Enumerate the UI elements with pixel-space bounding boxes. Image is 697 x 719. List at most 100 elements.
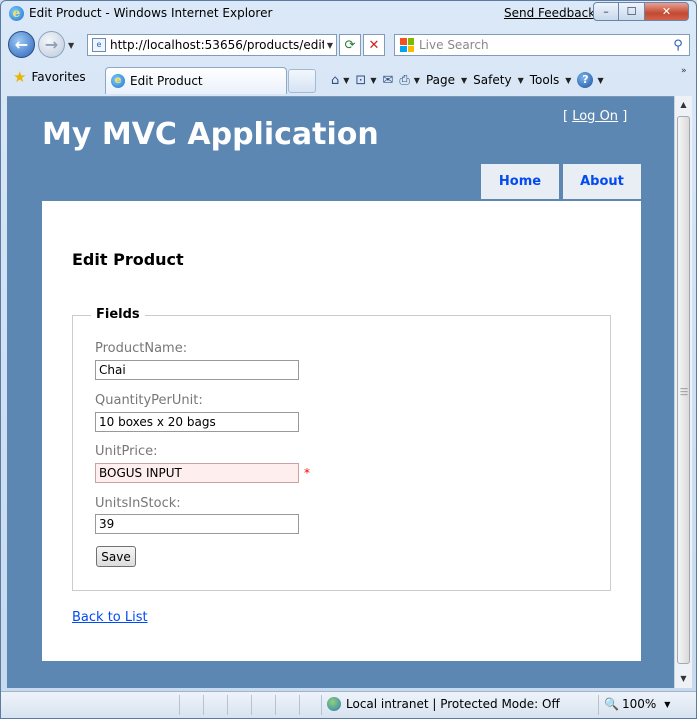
menu-home[interactable]: Home <box>481 164 559 199</box>
tools-menu[interactable]: Tools ▼ <box>530 73 572 87</box>
window-controls: – ☐ ✕ <box>593 2 689 21</box>
command-tools: ⌂ ▼ ⊡ ▼ ✉ ⎙ ▼ Page ▼ Safety ▼ Tools ▼ ? ▼ <box>331 70 610 90</box>
units-in-stock-label: UnitsInStock: <box>95 496 181 511</box>
units-in-stock-field[interactable]: 39 <box>95 514 299 534</box>
fieldset-legend: Fields <box>91 307 145 322</box>
security-zone-label: Local intranet | Protected Mode: Off <box>346 697 560 711</box>
send-feedback-link[interactable]: Send Feedback <box>504 6 595 20</box>
stop-icon[interactable]: ✕ <box>363 34 385 56</box>
tab-label: Edit Product <box>130 74 203 88</box>
scroll-thumb[interactable]: — — — <box>677 116 690 664</box>
page-menu-label: Page <box>425 73 456 87</box>
print-tool[interactable]: ⎙ ▼ <box>399 73 420 88</box>
address-bar[interactable]: e http://localhost:53656/products/edit/1… <box>87 34 337 56</box>
unit-price-field[interactable]: BOGUS INPUT <box>95 463 299 483</box>
search-icon[interactable]: ⚲ <box>667 38 689 53</box>
chevron-down-icon: ▼ <box>370 75 377 85</box>
mail-icon: ✉ <box>382 72 394 88</box>
address-input[interactable]: http://localhost:53656/products/edit/1 <box>110 38 324 52</box>
status-divider <box>598 695 599 715</box>
new-tab-button[interactable] <box>288 69 316 93</box>
page-viewport: My MVC Application [ Log On ] Home About… <box>7 96 674 688</box>
tab-page-icon: e <box>111 74 125 88</box>
feed-icon: ⊡ <box>355 72 367 88</box>
status-divider <box>299 695 300 715</box>
chevron-down-icon: ▼ <box>517 75 524 85</box>
chevron-down-icon: ▼ <box>413 75 420 85</box>
back-button[interactable]: ← <box>8 31 35 58</box>
logon-area: [ Log On ] <box>563 109 627 124</box>
search-input[interactable]: Live Search <box>419 38 667 52</box>
grip-icon: — — — <box>680 384 688 399</box>
favorites-button[interactable]: ★ Favorites <box>13 68 86 86</box>
address-dropdown-icon[interactable]: ▼ <box>324 41 336 50</box>
home-icon: ⌂ <box>331 72 340 88</box>
security-zone[interactable]: Local intranet | Protected Mode: Off <box>327 697 560 711</box>
safety-menu-label: Safety <box>473 73 512 87</box>
save-button[interactable]: Save <box>96 546 136 567</box>
vertical-scrollbar[interactable]: ▲ — — — ▼ <box>674 96 692 688</box>
back-to-list-link[interactable]: Back to List <box>72 610 148 625</box>
status-divider <box>179 695 180 715</box>
chevron-down-icon: ▼ <box>664 699 671 709</box>
home-tool[interactable]: ⌂ ▼ <box>331 73 349 88</box>
validation-error-marker: * <box>304 466 310 480</box>
chevron-down-icon: ▼ <box>461 75 468 85</box>
browser-window: e Edit Product - Windows Internet Explor… <box>0 0 697 719</box>
maximize-button[interactable]: ☐ <box>619 2 645 21</box>
status-divider <box>251 695 252 715</box>
status-divider <box>321 695 322 715</box>
mail-tool[interactable]: ✉ <box>382 73 393 88</box>
logon-bracket-open: [ <box>563 109 569 124</box>
navigation-bar: ← → ▼ e http://localhost:53656/products/… <box>1 29 696 61</box>
page-title: Edit Product <box>72 250 184 269</box>
zoom-level: 100% <box>621 697 657 711</box>
status-bar: Local intranet | Protected Mode: Off 🔍 1… <box>1 691 696 718</box>
logon-bracket-close: ] <box>622 109 628 124</box>
title-bar: e Edit Product - Windows Internet Explor… <box>1 1 696 27</box>
safety-menu[interactable]: Safety ▼ <box>473 73 524 87</box>
ie-logo-icon: e <box>9 6 24 21</box>
more-commands-icon[interactable]: » <box>681 66 687 76</box>
recent-pages-dropdown-icon[interactable]: ▼ <box>68 41 74 50</box>
status-divider <box>227 695 228 715</box>
product-name-label: ProductName: <box>95 341 188 356</box>
close-button[interactable]: ✕ <box>645 2 689 21</box>
scroll-up-icon[interactable]: ▲ <box>676 97 691 113</box>
status-divider <box>275 695 276 715</box>
globe-icon <box>327 697 341 711</box>
windows-flag-icon <box>400 38 414 52</box>
window-title: Edit Product - Windows Internet Explorer <box>29 6 273 20</box>
status-divider <box>203 695 204 715</box>
tab-edit-product[interactable]: e Edit Product <box>105 67 287 94</box>
site-title: My MVC Application <box>42 117 379 152</box>
chevron-down-icon: ▼ <box>343 75 350 85</box>
feeds-tool[interactable]: ⊡ ▼ <box>355 73 376 88</box>
refresh-icon[interactable]: ⟳ <box>339 34 361 56</box>
forward-button[interactable]: → <box>38 31 65 58</box>
site-menu: Home About <box>481 164 641 199</box>
page-icon: e <box>92 38 106 52</box>
zoom-icon: 🔍 <box>604 697 619 711</box>
search-box[interactable]: Live Search ⚲ <box>394 34 690 56</box>
page-menu[interactable]: Page ▼ <box>426 73 467 87</box>
unit-price-label: UnitPrice: <box>95 444 158 459</box>
tools-menu-label: Tools <box>529 73 560 87</box>
logon-link[interactable]: Log On <box>572 109 618 124</box>
help-icon: ? <box>577 72 594 88</box>
favorites-label: Favorites <box>31 70 86 84</box>
scroll-down-icon[interactable]: ▼ <box>676 671 691 687</box>
chevron-down-icon: ▼ <box>565 75 572 85</box>
menu-about[interactable]: About <box>563 164 641 199</box>
minimize-button[interactable]: – <box>593 2 619 21</box>
help-menu[interactable]: ? ▼ <box>577 72 604 88</box>
command-bar: ★ Favorites e Edit Product ⌂ ▼ ⊡ ▼ ✉ ⎙ ▼ Pa… <box>1 64 696 94</box>
main-content: Edit Product Fields ProductName: Chai Qu… <box>42 201 641 661</box>
star-icon: ★ <box>13 68 27 86</box>
zoom-control[interactable]: 🔍 100% ▼ <box>604 697 670 711</box>
product-name-field[interactable]: Chai <box>95 360 299 380</box>
quantity-per-unit-field[interactable]: 10 boxes x 20 bags <box>95 412 299 432</box>
print-icon: ⎙ <box>399 72 410 88</box>
chevron-down-icon: ▼ <box>597 75 604 85</box>
quantity-per-unit-label: QuantityPerUnit: <box>95 393 203 408</box>
